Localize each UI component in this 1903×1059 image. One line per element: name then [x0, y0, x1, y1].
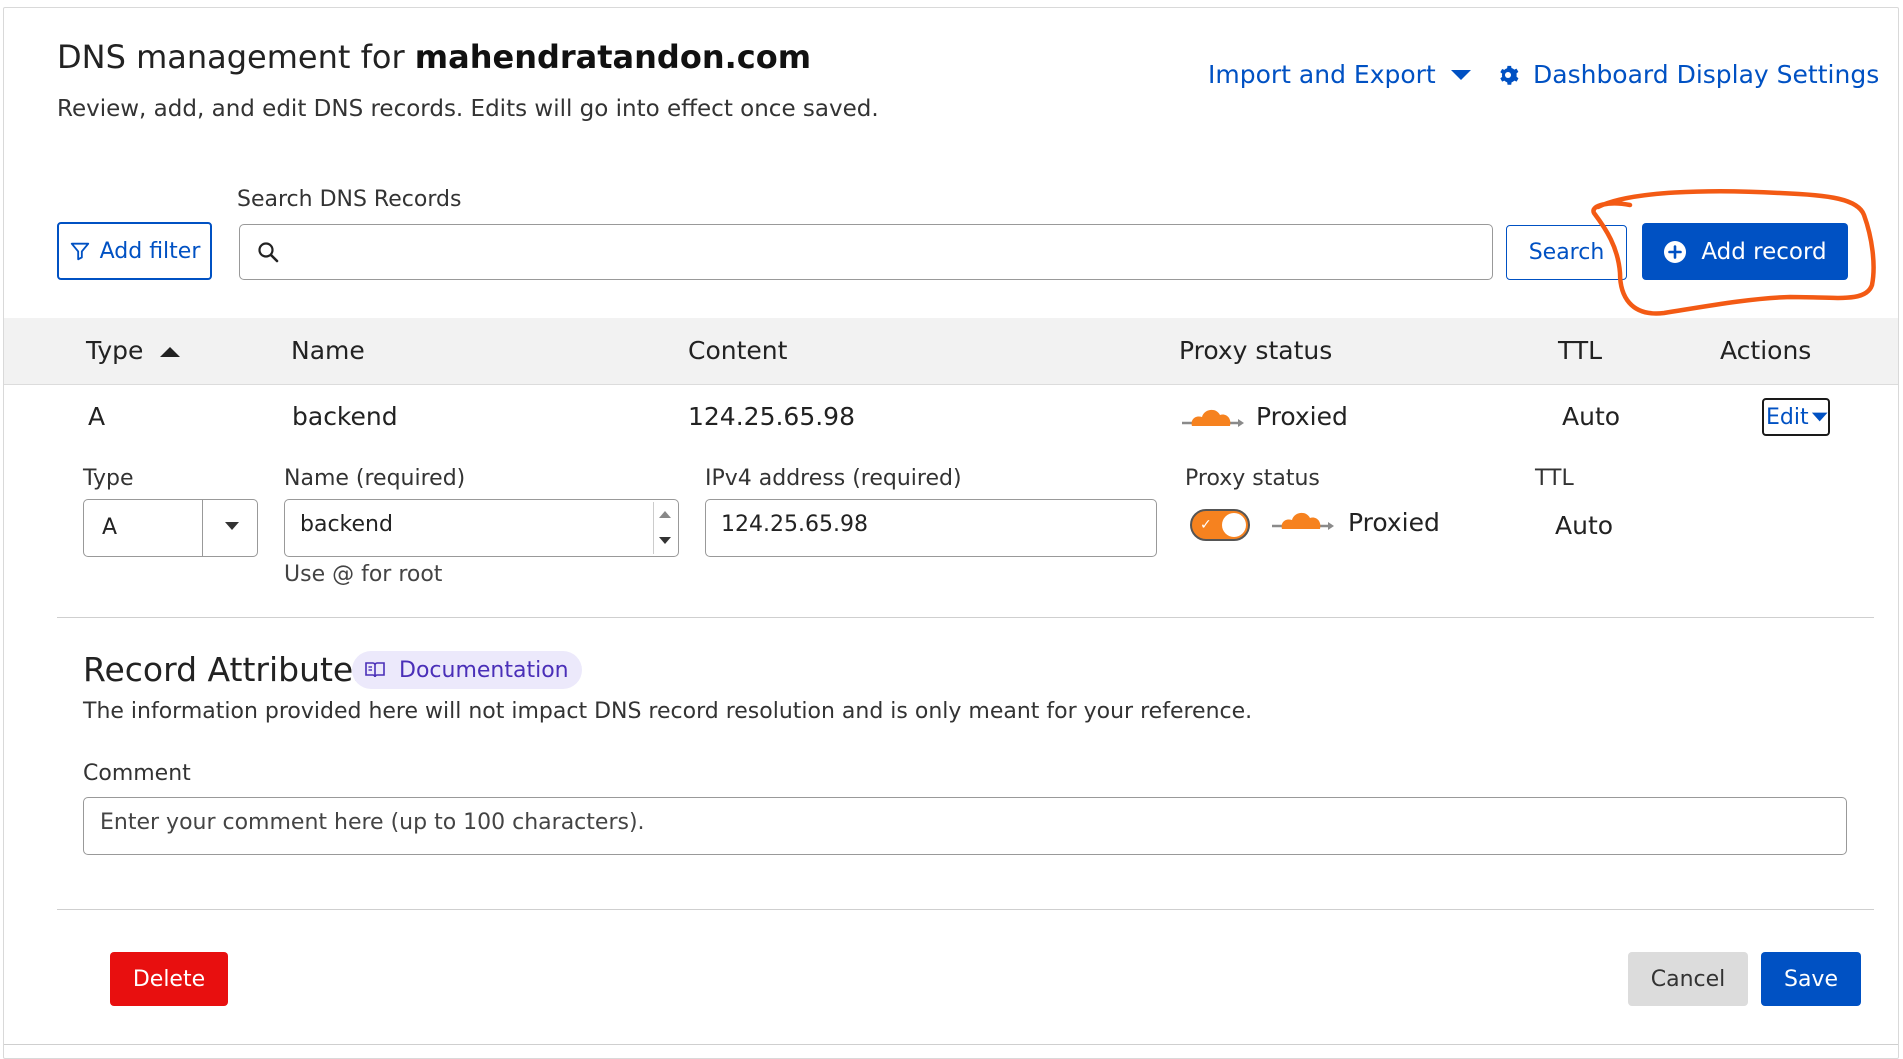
page-title-prefix: DNS management for [57, 38, 415, 76]
dashboard-display-settings-label: Dashboard Display Settings [1533, 60, 1880, 89]
page-title: DNS management for mahendratandon.com [57, 38, 811, 76]
column-header-type-label: Type [86, 336, 144, 365]
type-select-value: A [102, 515, 118, 540]
documentation-label: Documentation [399, 657, 569, 683]
book-icon [365, 662, 385, 678]
domain-name: mahendratandon.com [414, 38, 812, 76]
records-table-header: Type Name Content Proxy status TTL Actio… [4, 318, 1898, 385]
caret-down-icon [1811, 412, 1828, 422]
add-filter-label: Add filter [99, 238, 201, 264]
comment-input[interactable] [98, 809, 1832, 836]
type-select-divider [202, 500, 203, 556]
filter-icon [70, 242, 89, 261]
column-header-proxy-status: Proxy status [1179, 336, 1333, 365]
add-record-label: Add record [1701, 238, 1827, 265]
page-subtitle: Review, add, and edit DNS records. Edits… [57, 96, 879, 122]
import-export-label: Import and Export [1208, 60, 1436, 89]
column-header-content: Content [688, 336, 788, 365]
ttl-field-value: Auto [1555, 511, 1614, 540]
row-name: backend [292, 402, 398, 431]
proxy-field-value: Proxied [1348, 508, 1440, 537]
add-filter-button[interactable]: Add filter [57, 222, 212, 280]
search-button[interactable]: Search [1506, 225, 1627, 280]
caret-down-icon [1450, 69, 1471, 80]
chevron-down-icon [225, 522, 239, 530]
sort-asc-icon [160, 347, 181, 357]
ip-field-label: IPv4 address (required) [705, 466, 962, 491]
column-header-actions: Actions [1720, 336, 1812, 365]
name-spinner[interactable] [653, 502, 676, 554]
row-proxy-status: Proxied [1256, 402, 1348, 431]
import-export-link[interactable]: Import and Export [1208, 60, 1472, 89]
name-hint: Use @ for root [284, 562, 443, 587]
name-field-label: Name (required) [284, 466, 466, 491]
row-ttl: Auto [1562, 402, 1621, 431]
record-attributes-description: The information provided here will not i… [83, 699, 1253, 724]
ttl-field-label: TTL [1535, 466, 1574, 491]
comment-field [83, 797, 1847, 855]
plus-circle-icon [1664, 240, 1687, 263]
type-field-label: Type [83, 466, 134, 491]
ip-input[interactable] [719, 511, 1143, 538]
search-records-input[interactable] [290, 233, 1484, 273]
cloud-icon [1182, 409, 1244, 427]
name-input[interactable] [298, 511, 632, 538]
spin-down-icon [659, 537, 671, 544]
row-edit-button[interactable]: Edit [1762, 398, 1830, 436]
column-header-ttl: TTL [1558, 336, 1603, 365]
search-records-label: Search DNS Records [237, 187, 462, 212]
cloud-icon [1272, 512, 1334, 530]
search-records-input-wrapper [239, 224, 1493, 280]
search-icon [258, 242, 279, 263]
add-record-button[interactable]: Add record [1642, 223, 1848, 280]
divider [57, 617, 1874, 618]
gear-icon [1500, 65, 1519, 85]
check-icon: ✓ [1200, 517, 1212, 533]
row-content: 124.25.65.98 [688, 402, 855, 431]
record-attributes-title: Record Attributes [83, 650, 371, 689]
toggle-knob [1222, 513, 1246, 537]
row-edit-label: Edit [1766, 404, 1809, 430]
column-header-type[interactable]: Type [86, 336, 181, 365]
column-header-name: Name [291, 336, 365, 365]
name-field [284, 499, 679, 557]
delete-button[interactable]: Delete [110, 952, 228, 1006]
documentation-link[interactable]: Documentation [352, 651, 582, 689]
divider [57, 909, 1874, 910]
card-bottom-divider [4, 1044, 1898, 1045]
spin-up-icon [659, 511, 671, 518]
proxy-field-label: Proxy status [1185, 466, 1320, 491]
save-button[interactable]: Save [1761, 952, 1861, 1006]
proxy-toggle[interactable]: ✓ [1190, 509, 1250, 541]
row-type: A [88, 402, 106, 431]
cancel-button[interactable]: Cancel [1628, 952, 1748, 1006]
type-select[interactable]: A [83, 499, 258, 557]
ip-field [705, 499, 1157, 557]
dashboard-display-settings-link[interactable]: Dashboard Display Settings [1497, 60, 1879, 89]
comment-label: Comment [83, 761, 191, 786]
